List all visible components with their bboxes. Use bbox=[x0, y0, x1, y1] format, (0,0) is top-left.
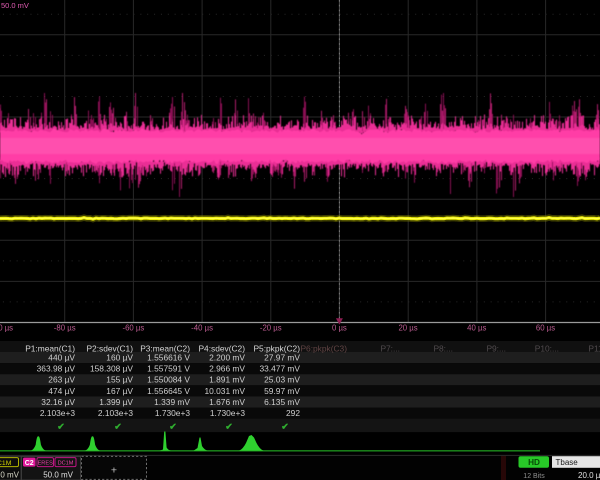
svg-text:-80 µs: -80 µs bbox=[54, 324, 76, 333]
svg-text:363.98 µV: 363.98 µV bbox=[37, 364, 76, 374]
svg-text:1.730e+3: 1.730e+3 bbox=[210, 408, 246, 418]
svg-text:✔: ✔ bbox=[114, 422, 122, 432]
svg-text:Tbase: Tbase bbox=[556, 458, 579, 467]
svg-text:1.550084 V: 1.550084 V bbox=[147, 375, 190, 385]
svg-text:-20 µs: -20 µs bbox=[260, 324, 282, 333]
svg-text:1.730e+3: 1.730e+3 bbox=[155, 408, 191, 418]
svg-text:1.556645 V: 1.556645 V bbox=[147, 386, 190, 396]
svg-text:+: + bbox=[111, 465, 117, 477]
svg-text:12 Bits: 12 Bits bbox=[523, 473, 545, 480]
svg-text:25.03 mV: 25.03 mV bbox=[264, 375, 300, 385]
svg-text:P7:...: P7:... bbox=[380, 344, 400, 354]
svg-text:-100 µs: -100 µs bbox=[0, 324, 13, 333]
svg-text:1.676 mV: 1.676 mV bbox=[209, 397, 245, 407]
svg-text:20.0 µs: 20.0 µs bbox=[578, 471, 600, 480]
svg-text:P10:...: P10:... bbox=[535, 344, 559, 354]
svg-text:P9:...: P9:... bbox=[486, 344, 506, 354]
svg-text:✔: ✔ bbox=[281, 422, 289, 432]
svg-text:1.556616 V: 1.556616 V bbox=[147, 353, 190, 363]
svg-text:160 µV: 160 µV bbox=[106, 353, 133, 363]
svg-text:10.031 mV: 10.031 mV bbox=[204, 386, 245, 396]
svg-text:2.966 mV: 2.966 mV bbox=[209, 364, 245, 374]
svg-text:1.339 mV: 1.339 mV bbox=[154, 397, 190, 407]
svg-text:-60 µs: -60 µs bbox=[122, 324, 144, 333]
svg-text:2.200 mV: 2.200 mV bbox=[209, 353, 245, 363]
svg-text:C1M: C1M bbox=[0, 460, 12, 467]
svg-text:158.308 µV: 158.308 µV bbox=[90, 364, 133, 374]
svg-text:P11:...: P11:... bbox=[588, 344, 600, 354]
svg-text:59.97 mV: 59.97 mV bbox=[264, 386, 300, 396]
svg-text:✔: ✔ bbox=[225, 422, 233, 432]
svg-text:✔: ✔ bbox=[169, 422, 177, 432]
svg-text:HD: HD bbox=[528, 458, 540, 467]
svg-text:60 µs: 60 µs bbox=[536, 324, 555, 333]
svg-text:1.891 mV: 1.891 mV bbox=[209, 375, 245, 385]
svg-text:2.103e+3: 2.103e+3 bbox=[40, 408, 76, 418]
svg-text:474 µV: 474 µV bbox=[48, 386, 75, 396]
svg-text:C2: C2 bbox=[25, 460, 34, 467]
svg-text:33.477 mV: 33.477 mV bbox=[259, 364, 300, 374]
svg-text:2.103e+3: 2.103e+3 bbox=[98, 408, 134, 418]
svg-text:167 µV: 167 µV bbox=[106, 386, 133, 396]
svg-text:P6:pkpk(C3): P6:pkpk(C3) bbox=[300, 344, 347, 354]
svg-text:32.16 µV: 32.16 µV bbox=[41, 397, 75, 407]
svg-text:0 µs: 0 µs bbox=[332, 324, 347, 333]
svg-text:-40 µs: -40 µs bbox=[191, 324, 213, 333]
svg-text:263 µV: 263 µV bbox=[48, 375, 75, 385]
svg-text:27.97 mV: 27.97 mV bbox=[264, 353, 300, 363]
svg-text:292: 292 bbox=[286, 408, 300, 418]
svg-text:50.0 mV: 50.0 mV bbox=[1, 1, 29, 10]
svg-text:✔: ✔ bbox=[57, 422, 65, 432]
svg-text:500 mV: 500 mV bbox=[0, 470, 20, 479]
svg-text:40 µs: 40 µs bbox=[467, 324, 486, 333]
svg-text:DC1M: DC1M bbox=[58, 461, 74, 467]
svg-text:1.557591 V: 1.557591 V bbox=[147, 364, 190, 374]
svg-text:440 µV: 440 µV bbox=[48, 353, 75, 363]
svg-text:20 µs: 20 µs bbox=[398, 324, 417, 333]
svg-text:155 µV: 155 µV bbox=[106, 375, 133, 385]
svg-text:50.0 mV: 50.0 mV bbox=[43, 470, 73, 479]
svg-text:ERES: ERES bbox=[38, 461, 54, 467]
svg-text:6.135 mV: 6.135 mV bbox=[264, 397, 300, 407]
svg-text:P8:...: P8:... bbox=[433, 344, 453, 354]
svg-text:1.399 µV: 1.399 µV bbox=[99, 397, 133, 407]
